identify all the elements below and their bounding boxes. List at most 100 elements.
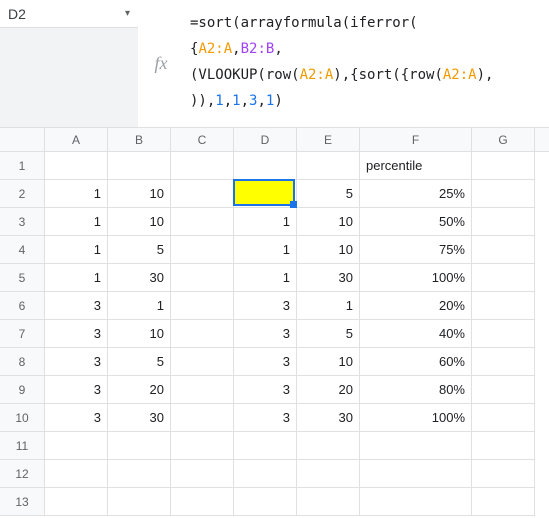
cell-F12[interactable]	[360, 460, 472, 488]
row-header-4[interactable]: 4	[0, 236, 45, 264]
column-header-C[interactable]: C	[171, 128, 234, 151]
cell-G11[interactable]	[472, 432, 535, 460]
column-header-B[interactable]: B	[108, 128, 171, 151]
cell-E11[interactable]	[297, 432, 360, 460]
cell-A1[interactable]	[45, 152, 108, 180]
cell-F10[interactable]: 100%	[360, 404, 472, 432]
namebox-dropdown-icon[interactable]: ▾	[125, 8, 130, 19]
cell-F3[interactable]: 50%	[360, 208, 472, 236]
cell-E13[interactable]	[297, 488, 360, 516]
cell-G7[interactable]	[472, 320, 535, 348]
cell-G9[interactable]	[472, 376, 535, 404]
cell-B13[interactable]	[108, 488, 171, 516]
cell-D2[interactable]: 1	[234, 180, 297, 208]
cell-D7[interactable]: 3	[234, 320, 297, 348]
cell-D12[interactable]	[234, 460, 297, 488]
cell-F7[interactable]: 40%	[360, 320, 472, 348]
cell-B8[interactable]: 5	[108, 348, 171, 376]
cell-A3[interactable]: 1	[45, 208, 108, 236]
cell-F2[interactable]: 25%	[360, 180, 472, 208]
cell-G3[interactable]	[472, 208, 535, 236]
cell-G13[interactable]	[472, 488, 535, 516]
cell-D9[interactable]: 3	[234, 376, 297, 404]
cell-G4[interactable]	[472, 236, 535, 264]
cell-G10[interactable]	[472, 404, 535, 432]
cell-A5[interactable]: 1	[45, 264, 108, 292]
cell-C11[interactable]	[171, 432, 234, 460]
cell-A11[interactable]	[45, 432, 108, 460]
row-header-10[interactable]: 10	[0, 404, 45, 432]
cell-B1[interactable]	[108, 152, 171, 180]
row-header-13[interactable]: 13	[0, 488, 45, 516]
row-header-9[interactable]: 9	[0, 376, 45, 404]
select-all-corner[interactable]	[0, 128, 45, 152]
cell-B11[interactable]	[108, 432, 171, 460]
cell-D4[interactable]: 1	[234, 236, 297, 264]
cell-G6[interactable]	[472, 292, 535, 320]
column-header-A[interactable]: A	[45, 128, 108, 151]
cell-B12[interactable]	[108, 460, 171, 488]
cell-B7[interactable]: 10	[108, 320, 171, 348]
row-header-5[interactable]: 5	[0, 264, 45, 292]
column-header-G[interactable]: G	[472, 128, 535, 151]
cell-D3[interactable]: 1	[234, 208, 297, 236]
row-header-3[interactable]: 3	[0, 208, 45, 236]
cell-C2[interactable]	[171, 180, 234, 208]
column-header-F[interactable]: F	[360, 128, 472, 151]
cell-C12[interactable]	[171, 460, 234, 488]
cell-A2[interactable]: 1	[45, 180, 108, 208]
cell-D1[interactable]	[234, 152, 297, 180]
cell-C5[interactable]	[171, 264, 234, 292]
cell-E9[interactable]: 20	[297, 376, 360, 404]
cell-E4[interactable]: 10	[297, 236, 360, 264]
cell-A10[interactable]: 3	[45, 404, 108, 432]
row-header-7[interactable]: 7	[0, 320, 45, 348]
cell-C1[interactable]	[171, 152, 234, 180]
cell-F8[interactable]: 60%	[360, 348, 472, 376]
formula-input[interactable]: =sort(arrayformula(iferror({A2:A,B2:B,(V…	[184, 0, 549, 127]
row-header-8[interactable]: 8	[0, 348, 45, 376]
cell-A7[interactable]: 3	[45, 320, 108, 348]
cell-C8[interactable]	[171, 348, 234, 376]
cell-D10[interactable]: 3	[234, 404, 297, 432]
cell-G2[interactable]	[472, 180, 535, 208]
cell-B2[interactable]: 10	[108, 180, 171, 208]
cell-C13[interactable]	[171, 488, 234, 516]
cell-C6[interactable]	[171, 292, 234, 320]
cell-G5[interactable]	[472, 264, 535, 292]
cell-E5[interactable]: 30	[297, 264, 360, 292]
cell-B5[interactable]: 30	[108, 264, 171, 292]
cell-F1[interactable]: percentile	[360, 152, 472, 180]
row-header-11[interactable]: 11	[0, 432, 45, 460]
cell-F9[interactable]: 80%	[360, 376, 472, 404]
cell-C7[interactable]	[171, 320, 234, 348]
cell-A6[interactable]: 3	[45, 292, 108, 320]
cell-E6[interactable]: 1	[297, 292, 360, 320]
cell-E2[interactable]: 5	[297, 180, 360, 208]
cell-C3[interactable]	[171, 208, 234, 236]
cell-D5[interactable]: 1	[234, 264, 297, 292]
cell-E8[interactable]: 10	[297, 348, 360, 376]
cell-F6[interactable]: 20%	[360, 292, 472, 320]
cell-D8[interactable]: 3	[234, 348, 297, 376]
cell-D13[interactable]	[234, 488, 297, 516]
cell-G12[interactable]	[472, 460, 535, 488]
cell-B6[interactable]: 1	[108, 292, 171, 320]
row-header-1[interactable]: 1	[0, 152, 45, 180]
cell-C10[interactable]	[171, 404, 234, 432]
row-header-12[interactable]: 12	[0, 460, 45, 488]
cell-G1[interactable]	[472, 152, 535, 180]
cell-B4[interactable]: 5	[108, 236, 171, 264]
cell-A12[interactable]	[45, 460, 108, 488]
cell-C4[interactable]	[171, 236, 234, 264]
cell-B9[interactable]: 20	[108, 376, 171, 404]
cell-E12[interactable]	[297, 460, 360, 488]
cell-F4[interactable]: 75%	[360, 236, 472, 264]
cell-F5[interactable]: 100%	[360, 264, 472, 292]
cell-F13[interactable]	[360, 488, 472, 516]
cell-A4[interactable]: 1	[45, 236, 108, 264]
cell-A13[interactable]	[45, 488, 108, 516]
cell-E10[interactable]: 30	[297, 404, 360, 432]
row-header-6[interactable]: 6	[0, 292, 45, 320]
cell-D11[interactable]	[234, 432, 297, 460]
